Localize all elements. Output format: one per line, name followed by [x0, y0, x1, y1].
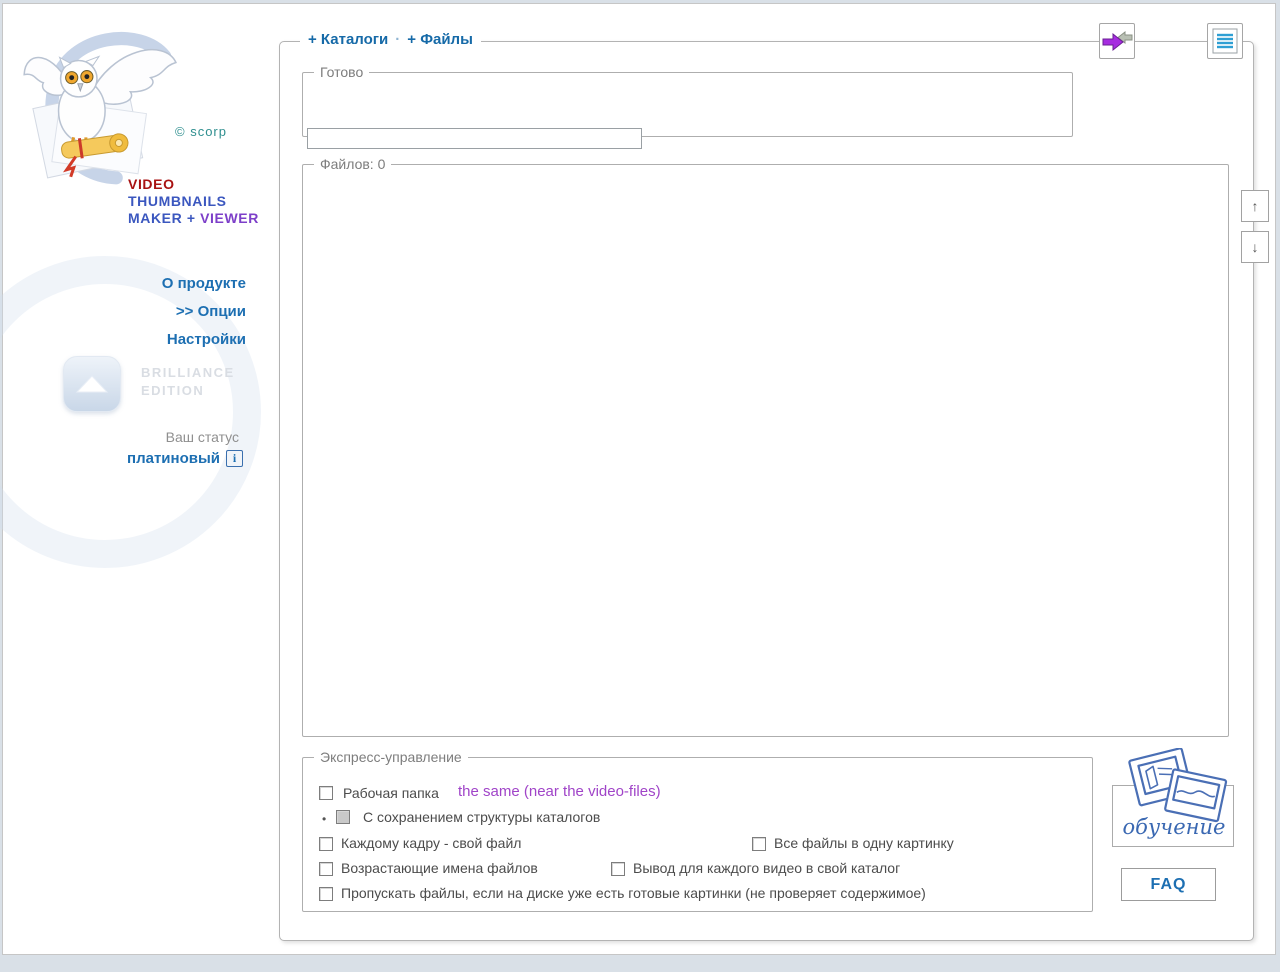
own-file-per-frame-checkbox[interactable] — [319, 837, 333, 851]
training-label[interactable]: обучение — [1106, 815, 1242, 839]
main-panel: + Каталоги · + Файлы Готово Файлов: 0 ↑ … — [279, 23, 1269, 941]
up-arrow-icon: ↑ — [1251, 198, 1259, 214]
files-group: Файлов: 0 — [302, 156, 1229, 737]
all-files-one-image-label[interactable]: Все файлы в одну картинку — [774, 835, 954, 851]
working-folder-label[interactable]: Рабочая папка — [343, 785, 439, 801]
edition-label-line2: EDITION — [141, 383, 205, 398]
product-title-maker: MAKER + — [128, 210, 201, 226]
status-info-icon[interactable]: i — [226, 450, 243, 467]
app-window: © scorp VIDEO THUMBNAILS MAKER + VIEWER … — [0, 3, 1276, 955]
all-files-one-image-checkbox[interactable] — [752, 837, 766, 851]
status-row: платиновый i — [43, 450, 243, 467]
add-files-button[interactable]: + Файлы — [407, 31, 473, 48]
sidebar-item-about[interactable]: О продукте — [43, 275, 246, 292]
status-label: Ваш статус — [165, 429, 239, 445]
keep-structure-checkbox[interactable] — [336, 810, 350, 824]
product-title-thumbnails: THUMBNAILS — [128, 193, 227, 209]
skip-existing-label[interactable]: Пропускать файлы, если на диске уже есть… — [341, 885, 926, 901]
ready-group-label: Готово — [314, 64, 370, 80]
main-panel-header: + Каталоги · + Файлы — [300, 31, 481, 48]
output-per-video-folder-label[interactable]: Вывод для каждого видео в свой каталог — [633, 860, 900, 876]
express-group: Экспресс-управление Рабочая папка the sa… — [302, 749, 1093, 912]
express-group-label: Экспресс-управление — [314, 749, 468, 765]
move-up-button[interactable]: ↑ — [1241, 190, 1269, 222]
move-down-button[interactable]: ↓ — [1241, 231, 1269, 263]
sidebar-item-settings[interactable]: Настройки — [43, 331, 246, 348]
owl-logo-icon — [23, 31, 177, 185]
working-folder-checkbox[interactable] — [319, 786, 333, 800]
skip-existing-checkbox[interactable] — [319, 887, 333, 901]
product-title-maker-viewer: MAKER + VIEWER — [128, 210, 259, 226]
copyright-text: © scorp — [175, 124, 227, 139]
product-title-video: VIDEO — [128, 176, 175, 192]
own-file-per-frame-label[interactable]: Каждому кадру - свой файл — [341, 835, 521, 851]
transfer-arrows-icon — [1102, 30, 1133, 52]
faq-button[interactable]: FAQ — [1121, 868, 1216, 901]
collapse-panel-button[interactable] — [63, 356, 121, 412]
header-separator-dot: · — [395, 31, 401, 48]
transfer-button[interactable] — [1099, 23, 1135, 59]
progress-bar — [307, 128, 642, 149]
up-triangle-icon — [75, 375, 109, 393]
working-folder-value-link[interactable]: the same (near the video-files) — [458, 783, 661, 800]
increasing-file-names-label[interactable]: Возрастающие имена файлов — [341, 860, 538, 876]
add-catalogs-button[interactable]: + Каталоги — [308, 31, 388, 48]
faq-label: FAQ — [1150, 875, 1187, 893]
increasing-file-names-checkbox[interactable] — [319, 862, 333, 876]
product-title-viewer: VIEWER — [200, 210, 259, 226]
edition-label-line1: BRILLIANCE — [141, 365, 235, 380]
down-arrow-icon: ↓ — [1251, 239, 1259, 255]
keep-structure-bullet: • — [322, 812, 327, 826]
list-view-button[interactable] — [1207, 23, 1243, 59]
output-per-video-folder-checkbox[interactable] — [611, 862, 625, 876]
files-list[interactable] — [305, 173, 1226, 734]
keep-structure-label: С сохранением структуры каталогов — [363, 809, 601, 825]
status-value: платиновый — [127, 450, 220, 467]
sidebar-item-options[interactable]: >> Опции — [43, 303, 246, 320]
files-group-label: Файлов: 0 — [314, 156, 392, 172]
list-icon — [1212, 28, 1238, 54]
